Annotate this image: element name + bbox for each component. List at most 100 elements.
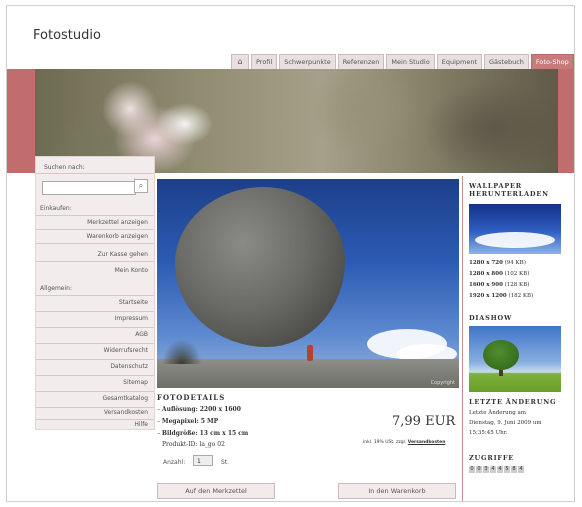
main-nav: ⌂ Profil Schwerpunkte Referenzen Mein St… — [231, 54, 574, 69]
nav-item-mein-studio[interactable]: Mein Studio — [386, 54, 435, 69]
wallpaper-title: WALLPAPER HERUNTERLADEN — [469, 182, 549, 198]
nav-item-referenzen[interactable]: Referenzen — [337, 54, 385, 69]
wallpaper-title-line-2: HERUNTERLADEN — [469, 190, 549, 198]
quantity-label: Anzahl: — [163, 459, 186, 466]
rock-base — [157, 359, 459, 388]
wallpaper-size-3[interactable]: 1600 x 900 (128 KB) — [469, 282, 529, 288]
divider — [36, 407, 154, 408]
nav-home-icon[interactable]: ⌂ — [231, 54, 249, 69]
tax-note: inkl. 19% USt. zzgl. Versandkosten — [363, 440, 445, 445]
wallpaper-res: 1280 x 800 — [469, 271, 503, 277]
wallpaper-kb: (182 KB) — [508, 293, 534, 299]
search-input[interactable] — [42, 181, 136, 195]
hits-digit: 0 — [469, 466, 475, 473]
person — [307, 345, 313, 361]
spec-size-value: 13 cm x 15 cm — [199, 430, 249, 437]
nav-item-foto-shop[interactable]: Foto-Shop — [530, 54, 574, 69]
divider — [36, 375, 154, 376]
hits-digit: 4 — [497, 466, 503, 473]
wallpaper-kb: (128 KB) — [504, 282, 530, 288]
divider — [36, 295, 154, 296]
page-frame: Fotostudio ⌂ Profil Schwerpunkte Referen… — [6, 5, 575, 502]
sidebar-link-konto[interactable]: Mein Konto — [115, 267, 148, 274]
spec-megapixel-label: Megapixel: — [161, 418, 199, 425]
spec-size-label: Bildgröße: — [161, 430, 198, 437]
last-change-line-3: 15:35:45 Uhr. — [469, 430, 508, 436]
slideshow-thumbnail[interactable] — [469, 326, 561, 392]
hits-digit: 4 — [490, 466, 496, 473]
right-column: WALLPAPER HERUNTERLADEN 1280 x 720 (94 K… — [462, 176, 567, 501]
image-copyright: Copyright — [430, 380, 455, 386]
wallpaper-size-2[interactable]: 1280 x 800 (102 KB) — [469, 271, 529, 277]
wallpaper-res: 1600 x 900 — [469, 282, 503, 288]
einkaufen-label: Einkaufen: — [40, 205, 72, 212]
divider — [36, 215, 154, 216]
last-change-line-1: Letzte Änderung am — [469, 410, 526, 416]
sidebar-link-gesamtkatalog[interactable]: Gesamtkatalog — [102, 395, 148, 402]
hits-digit: 0 — [476, 466, 482, 473]
shipping-link[interactable]: Versandkosten — [408, 440, 446, 445]
divider — [36, 173, 154, 174]
sidebar-link-hilfe[interactable]: Hilfe — [134, 421, 148, 428]
sidebar-link-startseite[interactable]: Startseite — [119, 299, 148, 306]
search-icon[interactable]: ⌕ — [134, 179, 148, 193]
quantity-unit: St. — [221, 459, 230, 466]
wallpaper-title-line-1: WALLPAPER — [469, 182, 522, 190]
product-id: Produkt-ID: la_go 02 — [162, 441, 225, 448]
product-image[interactable]: Copyright — [157, 179, 459, 388]
sidebar-link-agb[interactable]: AGB — [135, 331, 148, 338]
add-to-wishlist-button[interactable]: Auf den Merkzettel — [157, 483, 275, 499]
banner-accent-right — [558, 69, 574, 173]
sidebar-link-warenkorb[interactable]: Warenkorb anzeigen — [87, 233, 148, 240]
nav-item-schwerpunkte[interactable]: Schwerpunkte — [279, 54, 336, 69]
hits-digit: 5 — [504, 466, 510, 473]
add-to-cart-button[interactable]: In den Warenkorb — [338, 483, 456, 499]
wallpaper-res: 1280 x 720 — [469, 260, 503, 266]
wallpaper-thumbnail[interactable] — [469, 204, 561, 254]
spec-size: – Bildgröße: 13 cm x 15 cm — [157, 430, 249, 437]
spec-resolution-label: Auflösung: — [161, 406, 198, 413]
tree — [483, 340, 519, 370]
wallpaper-size-4[interactable]: 1920 x 1200 (182 KB) — [469, 293, 533, 299]
hits-digit: 8 — [511, 466, 517, 473]
details-title: FOTODETAILS — [157, 393, 226, 402]
grass — [162, 339, 202, 364]
tax-text: inkl. 19% USt. zzgl. — [363, 440, 407, 445]
wallpaper-size-1[interactable]: 1280 x 720 (94 KB) — [469, 260, 526, 266]
sidebar-link-datenschutz[interactable]: Datenschutz — [110, 363, 148, 370]
sidebar-link-widerrufsrecht[interactable]: Widerrufsrecht — [104, 347, 148, 354]
divider — [36, 229, 154, 230]
divider — [36, 243, 154, 244]
wallpaper-kb: (94 KB) — [504, 260, 526, 266]
boulder — [175, 187, 345, 347]
spec-megapixel: – Megapixel: 5 MP — [157, 418, 219, 425]
divider — [36, 391, 154, 392]
nav-item-equipment[interactable]: Equipment — [436, 54, 483, 69]
site-title[interactable]: Fotostudio — [33, 28, 101, 43]
banner-accent-left — [7, 69, 35, 173]
divider — [36, 261, 154, 262]
price: 7,99 EUR — [392, 414, 456, 429]
slideshow-title: DIASHOW — [469, 314, 513, 322]
divider — [36, 343, 154, 344]
quantity-input[interactable]: 1 — [193, 455, 213, 466]
spec-megapixel-value: 5 MP — [200, 418, 219, 425]
divider — [36, 359, 154, 360]
wallpaper-kb: (102 KB) — [504, 271, 530, 277]
hits-title: ZUGRIFFE — [469, 454, 514, 462]
search-label: Suchen nach: — [44, 164, 85, 171]
divider — [36, 311, 154, 312]
divider — [36, 419, 154, 420]
wallpaper-res: 1920 x 1200 — [469, 293, 507, 299]
sidebar: Suchen nach: ⌕ Einkaufen: Merkzettel anz… — [35, 156, 155, 430]
sidebar-link-sitemap[interactable]: Sitemap — [123, 379, 148, 386]
nav-item-gaestebuch[interactable]: Gästebuch — [484, 54, 529, 69]
sidebar-link-kasse[interactable]: Zur Kasse gehen — [98, 251, 148, 258]
sidebar-link-merkzettel[interactable]: Merkzettel anzeigen — [87, 219, 148, 226]
sidebar-link-impressum[interactable]: Impressum — [115, 315, 148, 322]
spec-resolution-value: 2200 x 1600 — [199, 406, 241, 413]
allgemein-label: Allgemein: — [40, 285, 72, 292]
sidebar-link-versandkosten[interactable]: Versandkosten — [104, 409, 148, 416]
nav-item-profil[interactable]: Profil — [251, 54, 278, 69]
divider — [36, 327, 154, 328]
